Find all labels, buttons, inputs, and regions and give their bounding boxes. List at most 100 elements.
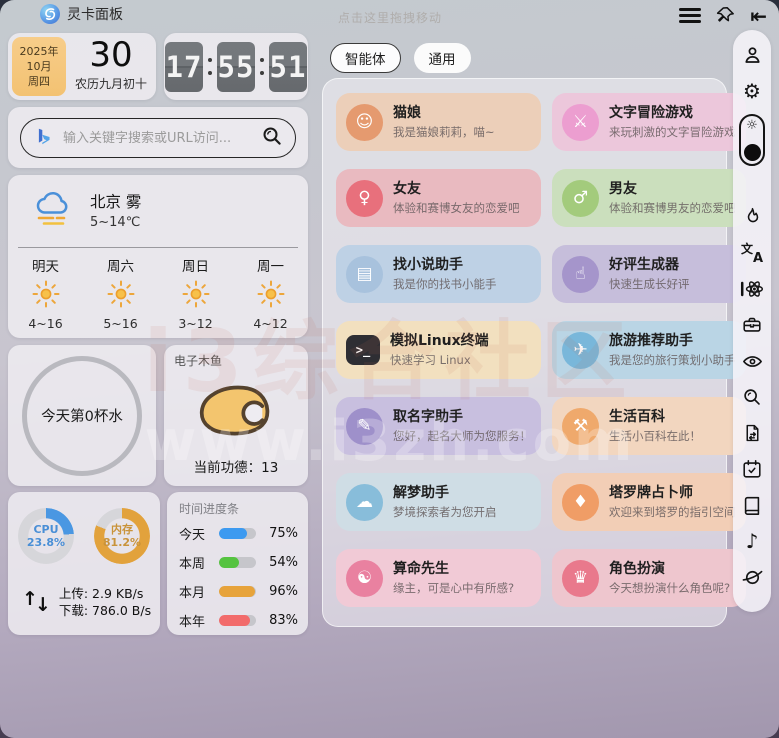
agent-subtitle: 我是你的找书小能手 <box>393 277 497 291</box>
agent-card[interactable]: ♂ 男友 体验和赛博男友的恋爱吧 <box>552 169 746 227</box>
agent-card[interactable]: ✈ 旅游推荐助手我是您的旅行策划小助手 <box>552 321 746 379</box>
dark-mode-icon <box>743 144 761 161</box>
ai-agent-icon[interactable] <box>739 276 765 302</box>
date-year: 2025年 <box>19 44 59 58</box>
menu-icon[interactable] <box>679 7 702 25</box>
tarot-avatar: ♦ <box>562 483 599 521</box>
sun-icon <box>106 280 136 313</box>
calendar-check-icon[interactable] <box>739 456 765 482</box>
dream-avatar: ☁ <box>346 483 383 521</box>
bing-logo-icon <box>33 127 52 150</box>
clock-hours: 17 <box>165 41 203 92</box>
agent-card[interactable]: ♛ 角色扮演今天想扮演什么角色呢? <box>552 549 746 607</box>
settings-gear-icon[interactable]: ⚙ <box>739 78 765 104</box>
agent-subtitle: 体验和赛博男友的恋爱吧 <box>609 201 736 215</box>
search-go-icon[interactable] <box>261 125 283 151</box>
agent-card[interactable]: ⚔ 文字冒险游戏 来玩刺激的文字冒险游戏 <box>552 93 746 151</box>
agent-card[interactable]: ☺ 猫娘 我是猫娘莉莉，喵~ <box>336 93 541 151</box>
agents-panel: ☺ 猫娘 我是猫娘莉莉，喵~ ⚔ 文字冒险游戏 来玩刺激的文字冒险游戏 ♀ 女友 体验和赛博女友… <box>322 78 746 627</box>
collapse-icon[interactable]: ⇤ <box>750 6 767 26</box>
roleplay-avatar: ♛ <box>562 559 599 597</box>
music-note-icon[interactable]: ♪ <box>739 528 765 554</box>
forecast-row: 明天 4~16 周六 5~16 周日 3~12 周一 4~12 <box>8 255 308 331</box>
clock-colon <box>260 58 264 75</box>
app-logo-icon <box>40 4 60 24</box>
agent-subtitle: 快速学习 Linux <box>390 353 471 367</box>
agent-card[interactable]: >_ 模拟Linux终端 快速学习 Linux <box>336 321 541 379</box>
time-progress-title: 时间进度条 <box>179 502 240 516</box>
agent-title: 模拟Linux终端 <box>390 333 489 349</box>
agent-subtitle: 梦境探索者为您开启 <box>393 505 497 519</box>
agent-subtitle: 欢迎来到塔罗的指引空间 <box>609 505 736 519</box>
agent-title: 旅游推荐助手 <box>609 333 693 349</box>
agent-title: 解梦助手 <box>393 485 449 501</box>
clock-seconds: 51 <box>269 41 307 92</box>
agent-title: 取名字助手 <box>393 409 463 425</box>
agent-title: 猫娘 <box>393 105 421 121</box>
file-convert-icon[interactable] <box>739 420 765 446</box>
agent-card[interactable]: ☯ 算命先生 缘主，可是心中有所感? <box>336 549 541 607</box>
clock-colon <box>208 58 212 75</box>
tab-general[interactable]: 通用 <box>413 43 471 73</box>
upload-speed: 上传: 2.9 KB/s <box>58 586 144 601</box>
system-card: CPU 23.8% 内存 81.2% ↑ ↓ 上传: 2.9 KB/s 下载: 7… <box>8 492 160 635</box>
water-counter-button[interactable]: 今天第0杯水 <box>22 355 142 476</box>
eye-icon[interactable] <box>739 348 765 374</box>
forecast-day: 明天 4~16 <box>28 259 63 331</box>
wooden-fish-icon[interactable] <box>194 377 278 443</box>
theme-toggle[interactable]: ☼ <box>739 114 765 166</box>
travel-landscape-avatar: ✈ <box>562 331 599 369</box>
agent-title: 塔罗牌占卜师 <box>609 485 693 501</box>
user-icon[interactable] <box>739 42 765 68</box>
toolbox-icon[interactable] <box>739 312 765 338</box>
search-bar[interactable] <box>20 118 296 158</box>
water-label: 今天第0杯水 <box>41 409 123 425</box>
agent-subtitle: 来玩刺激的文字冒险游戏 <box>609 125 736 139</box>
planet-icon[interactable] <box>739 564 765 590</box>
book-search-avatar: ▤ <box>346 255 383 293</box>
agent-card[interactable]: ✎ 取名字助手 您好，起名大师为您服务！ <box>336 397 541 455</box>
clock-card[interactable]: 17 55 51 <box>164 33 308 100</box>
drag-hint[interactable]: 点击这里拖拽移动 <box>338 9 442 26</box>
memory-ring: 内存 81.2% <box>94 508 150 564</box>
agent-card[interactable]: ♦ 塔罗牌占卜师欢迎来到塔罗的指引空间 <box>552 473 746 531</box>
weather-card[interactable]: 北京 雾 5~14℃ 明天 4~16 周六 5~16 周日 3~12 周一 4~… <box>8 175 308 338</box>
app-title: 灵卡面板 <box>67 7 123 23</box>
forecast-day: 周六 5~16 <box>103 259 138 331</box>
weather-city-condition: 北京 雾 <box>90 193 142 211</box>
pin-icon[interactable] <box>715 5 736 26</box>
date-card[interactable]: 2025年 10月 周四 30 农历九月初十 <box>8 33 156 100</box>
light-mode-icon: ☼ <box>746 118 758 133</box>
muyu-card: 电子木鱼 当前功德：13 <box>164 345 308 486</box>
agent-card[interactable]: ☁ 解梦助手梦境探索者为您开启 <box>336 473 541 531</box>
agent-subtitle: 我是您的旅行策划小助手 <box>609 353 736 367</box>
agent-title: 角色扮演 <box>609 561 665 577</box>
agent-card[interactable]: ♀ 女友 体验和赛博女友的恋爱吧 <box>336 169 541 227</box>
tab-agents[interactable]: 智能体 <box>330 43 401 73</box>
cat-girl-avatar: ☺ <box>346 103 383 141</box>
progress-row: 今天 75% <box>179 526 298 543</box>
thumbs-up-avatar: ☝ <box>562 255 599 293</box>
agent-card[interactable]: ☝ 好评生成器 快速生成长好评 <box>552 245 746 303</box>
agent-title: 男友 <box>609 181 637 197</box>
titlebar[interactable]: 灵卡面板 点击这里拖拽移动 ⇤ <box>0 0 779 30</box>
agent-card[interactable]: ⚒ 生活百科 生活小百科在此！ <box>552 397 746 455</box>
water-card: 今天第0杯水 <box>8 345 156 486</box>
memory-label: 内存 <box>111 523 133 536</box>
flame-hot-icon[interactable] <box>739 204 765 230</box>
divider <box>18 247 298 248</box>
agent-card[interactable]: ▤ 找小说助手 我是你的找书小能手 <box>336 245 541 303</box>
cpu-label: CPU <box>33 523 59 536</box>
search-input[interactable] <box>61 129 252 147</box>
progress-row: 本月 96% <box>179 584 298 601</box>
translate-icon[interactable]: 文A <box>739 240 765 266</box>
agent-title: 生活百科 <box>609 409 665 425</box>
progress-row: 本周 54% <box>179 555 298 572</box>
notebook-icon[interactable] <box>739 492 765 518</box>
pixel-adventurer-avatar: ⚔ <box>562 103 599 141</box>
agent-subtitle: 今天想扮演什么角色呢? <box>609 581 731 595</box>
agent-subtitle: 您好，起名大师为您服务！ <box>393 429 531 443</box>
muyu-title: 电子木鱼 <box>174 354 223 368</box>
life-tips-avatar: ⚒ <box>562 407 599 445</box>
search-icon[interactable] <box>739 384 765 410</box>
